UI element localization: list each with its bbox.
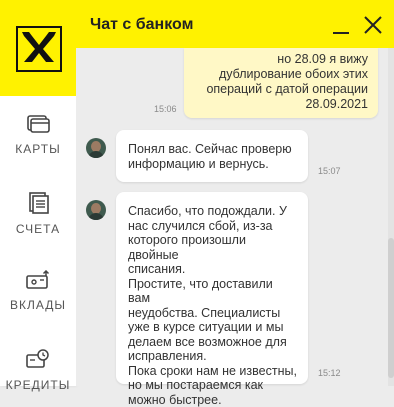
close-icon <box>364 16 382 34</box>
message-time: 15:07 <box>318 166 341 176</box>
message-time: 15:06 <box>154 104 177 114</box>
app-sidebar: КАРТЫ СЧЕТА ВКЛАДЫ КРЕДИТЫ <box>0 0 76 392</box>
operator-avatar <box>86 200 106 220</box>
minimize-icon <box>333 32 349 34</box>
chat-scrollbar[interactable] <box>388 48 394 386</box>
sidebar-item-deposits[interactable]: ВКЛАДЫ <box>0 270 76 312</box>
scrollbar-thumb[interactable] <box>388 238 394 378</box>
incoming-message: Спасибо, что подождали. У нас случился с… <box>116 192 308 407</box>
sidebar-item-accounts[interactable]: СЧЕТА <box>0 192 76 236</box>
chat-title: Чат с банком <box>90 16 194 33</box>
accounts-icon <box>29 192 49 214</box>
sidebar-item-label: КАРТЫ <box>15 142 61 156</box>
message-time: 15:12 <box>318 368 341 378</box>
sidebar-item-label: ВКЛАДЫ <box>9 298 67 312</box>
operator-avatar <box>86 138 106 158</box>
sidebar-item-label: КРЕДИТЫ <box>5 378 71 392</box>
incoming-message: Понял вас. Сейчас проверю информацию и в… <box>116 130 308 182</box>
sidebar-item-cards[interactable]: КАРТЫ <box>0 114 76 156</box>
bank-logo[interactable] <box>0 0 76 96</box>
close-button[interactable] <box>360 10 386 38</box>
sidebar-item-credits[interactable]: КРЕДИТЫ <box>0 348 76 392</box>
deposit-icon <box>26 270 50 289</box>
outgoing-message: но 28.09 я вижу дублирование обоих этих … <box>184 48 378 118</box>
card-icon <box>27 115 50 133</box>
credit-icon <box>26 349 49 368</box>
raiffeisen-logo-icon <box>16 26 62 72</box>
minimize-button[interactable] <box>328 10 354 38</box>
chat-panel: Чат с банком но 28.09 я вижу дублировани… <box>76 0 394 407</box>
chat-header: Чат с банком <box>76 0 394 48</box>
sidebar-item-label: СЧЕТА <box>15 222 61 236</box>
